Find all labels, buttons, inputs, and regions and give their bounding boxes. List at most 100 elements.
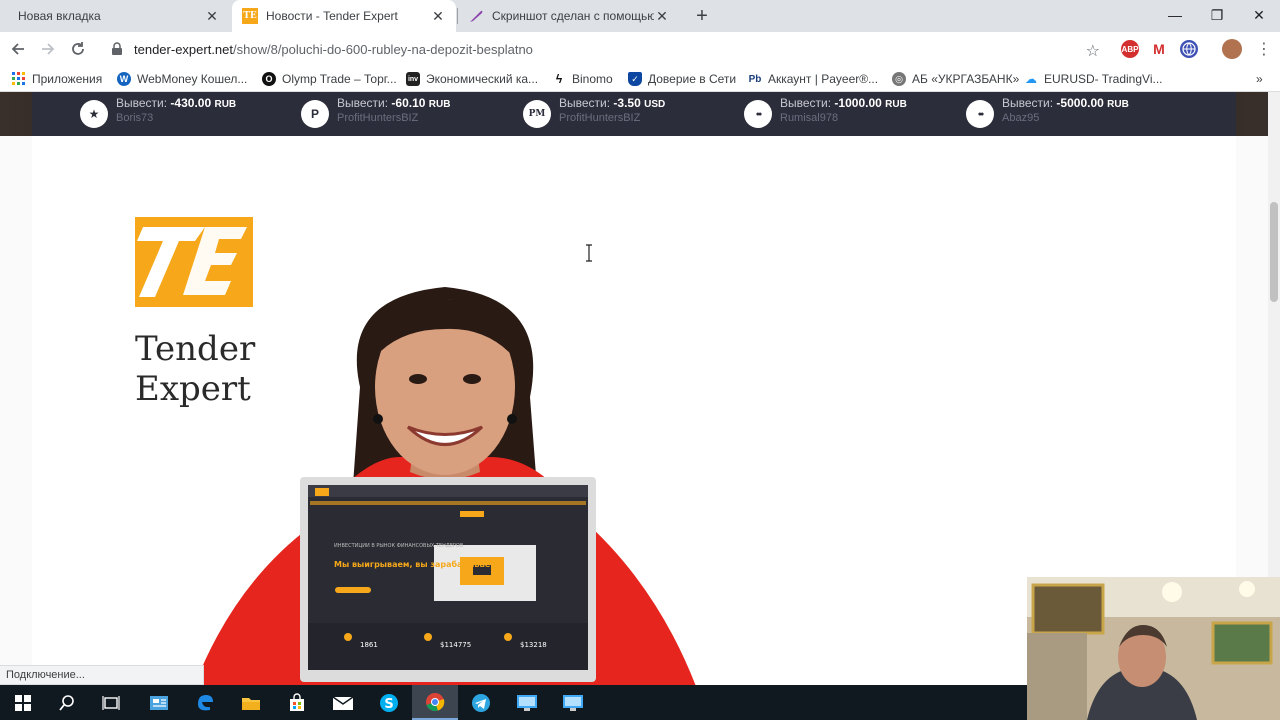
ticker-amount: -5000.00	[1056, 96, 1104, 110]
ticker-currency: USD	[644, 99, 666, 110]
taskbar-app-remote-1[interactable]	[504, 685, 550, 720]
tab-title: Новая вкладка	[18, 9, 101, 23]
windows-logo-icon	[15, 694, 31, 711]
olymp-icon: O	[262, 72, 276, 86]
news-hero-image: Tender Expert ИНВЕСТИЦИИ В РЫНОК ФИНАНСО…	[88, 193, 810, 685]
bookmark-binomo[interactable]: ϟ Binomo	[552, 70, 613, 88]
bookmark-investing[interactable]: inv Экономический ка...	[406, 70, 538, 88]
close-icon[interactable]: ✕	[204, 8, 220, 24]
address-bar[interactable]: tender-expert.net/show/8/poluchi-do-600-…	[100, 35, 1110, 63]
woman-with-laptop-illustration: ИНВЕСТИЦИИ В РЫНОК ФИНАНСОВЫХ ТЕНДЕРОВ М…	[194, 287, 696, 685]
gmail-icon[interactable]: M	[1150, 40, 1168, 58]
tab-screenshot[interactable]: Скриншот сделан с помощью L ✕	[458, 0, 680, 32]
bookmark-payeer[interactable]: Pb Аккаунт | Payeer®...	[748, 70, 878, 88]
browser-toolbar: tender-expert.net/show/8/poluchi-do-600-…	[0, 32, 1280, 66]
ticker-action: Вывести:	[780, 96, 832, 110]
task-view-button[interactable]	[88, 685, 134, 720]
laptop-stat-2: $114775	[440, 641, 471, 649]
bookmark-webmoney[interactable]: W WebMoney Кошел...	[117, 70, 247, 88]
bookmark-label: АБ «УКРГАЗБАНК»	[912, 72, 1020, 86]
folder-icon	[242, 697, 260, 710]
lock-icon	[110, 42, 124, 56]
start-button[interactable]	[0, 685, 46, 720]
url-text: tender-expert.net/show/8/poluchi-do-600-…	[134, 42, 533, 57]
globe-icon[interactable]	[1180, 40, 1198, 58]
new-tab-button[interactable]: +	[690, 4, 714, 28]
tab-title: Скриншот сделан с помощью L	[492, 9, 654, 23]
ticker-amount: -1000.00	[834, 96, 882, 110]
search-icon	[59, 694, 74, 711]
bookmark-tradingview[interactable]: ☁ EURUSD- TradingVi...	[1024, 70, 1162, 88]
ticker-currency: RUB	[214, 99, 237, 110]
bookmark-label: WebMoney Кошел...	[137, 72, 248, 86]
mail-icon	[332, 695, 354, 710]
binomo-icon: ϟ	[555, 72, 563, 86]
ticker-user: Abaz95	[1002, 112, 1040, 124]
taskbar-app-edge[interactable]	[182, 685, 228, 720]
bookmarks-overflow-button[interactable]: »	[1256, 70, 1263, 88]
skype-icon: S	[380, 693, 398, 712]
tradingview-cloud-icon: ☁	[1025, 72, 1037, 86]
task-view-icon	[102, 695, 120, 710]
remote-desktop-icon	[563, 694, 583, 711]
close-icon[interactable]: ✕	[430, 8, 446, 24]
restore-button[interactable]: ❐	[1194, 0, 1240, 30]
chrome-icon	[426, 692, 445, 711]
mastercard-icon: ●●	[966, 100, 994, 128]
svg-text:S: S	[384, 697, 393, 712]
tab-title: Новости - Tender Expert	[266, 9, 398, 23]
laptop-screen-subtitle: ИНВЕСТИЦИИ В РЫНОК ФИНАНСОВЫХ ТЕНДЕРОВ	[334, 543, 464, 549]
back-button[interactable]	[6, 37, 30, 61]
news-app-icon	[150, 695, 168, 710]
payeer-icon: Pb	[748, 73, 762, 85]
taskbar-app-telegram[interactable]	[458, 685, 504, 720]
taskbar-app-explorer[interactable]	[228, 685, 274, 720]
bookmark-olymp[interactable]: O Olymp Trade – Торг...	[262, 70, 397, 88]
menu-dots-icon[interactable]: ⋮	[1252, 37, 1276, 61]
bookmark-ukrgazbank[interactable]: ◎ АБ «УКРГАЗБАНК»	[892, 70, 1019, 88]
taskbar-app-store[interactable]	[274, 685, 320, 720]
ticker-action: Вывести:	[559, 96, 611, 110]
taskbar-app-news[interactable]	[136, 685, 182, 720]
laptop-stat-3: $13218	[520, 641, 547, 649]
abp-icon[interactable]: ABP	[1121, 40, 1139, 58]
ticker-currency: RUB	[885, 99, 907, 110]
advcash-star-icon: ★	[80, 100, 108, 128]
payeer-p-icon: P	[301, 100, 329, 128]
scrollbar-thumb[interactable]	[1270, 202, 1278, 302]
reload-button[interactable]	[66, 37, 90, 61]
ticker-action: Вывести:	[1002, 96, 1054, 110]
url-path: /show/8/poluchi-do-600-rubley-na-depozit…	[233, 41, 533, 57]
bookmark-star-icon[interactable]: ☆	[1086, 41, 1100, 61]
taskbar-app-chrome[interactable]	[412, 685, 458, 720]
profile-avatar[interactable]	[1222, 39, 1242, 59]
perfect-money-icon: PM	[523, 100, 551, 128]
feather-icon	[468, 8, 484, 24]
bookmark-trust[interactable]: ✓ Доверие в Сети	[628, 70, 736, 88]
arrow-left-icon	[11, 43, 24, 55]
ticker-action: Вывести:	[116, 96, 168, 110]
bookmark-label: Доверие в Сети	[648, 72, 737, 86]
close-window-button[interactable]: ✕	[1236, 0, 1280, 30]
telegram-icon	[472, 693, 490, 712]
minimize-button[interactable]: —	[1152, 0, 1198, 30]
ticker-user: ProfitHuntersBIZ	[337, 112, 419, 124]
bookmarks-bar: Приложения W WebMoney Кошел... O Olymp T…	[0, 66, 1280, 92]
laptop-stat-1: 1861	[360, 641, 378, 649]
tender-expert-favicon-icon: TE	[242, 8, 258, 24]
edge-icon	[198, 694, 213, 710]
bookmark-label: Приложения	[32, 72, 103, 86]
status-bar: Подключение...	[0, 665, 204, 685]
tab-new-tab[interactable]: Новая вкладка ✕	[8, 0, 230, 32]
taskbar-app-skype[interactable]: S	[366, 685, 412, 720]
taskbar-app-mail[interactable]	[320, 685, 366, 720]
forward-button[interactable]	[36, 37, 60, 61]
taskbar-app-remote-2[interactable]	[550, 685, 596, 720]
search-button[interactable]	[44, 685, 90, 720]
bookmark-label: Olymp Trade – Торг...	[282, 72, 397, 86]
bookmark-apps[interactable]: Приложения	[12, 70, 102, 88]
ticker-user: Boris73	[116, 112, 154, 124]
tab-tender-expert[interactable]: TE Новости - Tender Expert ✕	[232, 0, 456, 32]
close-icon[interactable]: ✕	[654, 8, 670, 24]
tab-strip: Новая вкладка ✕ TE Новости - Tender Expe…	[0, 0, 1280, 32]
